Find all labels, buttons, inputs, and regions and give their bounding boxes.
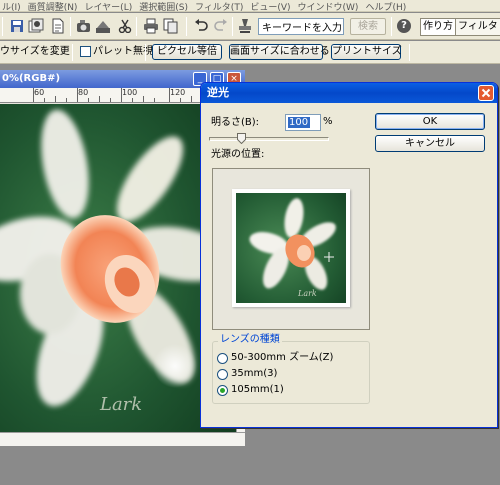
cut-icon[interactable] [116, 17, 134, 35]
toolbar-separator [391, 17, 392, 36]
toolbar-separator [70, 17, 71, 36]
search-button[interactable]: 検索 [350, 18, 386, 35]
lens-option-35mm[interactable]: 35mm(3) [217, 367, 277, 381]
horizontal-scrollbar[interactable] [0, 432, 245, 446]
document-icon[interactable] [49, 17, 67, 35]
radio-button-selected[interactable] [217, 384, 228, 396]
menu-view[interactable]: ビュー(V) [250, 3, 290, 11]
copy-icon[interactable] [162, 17, 180, 35]
lens-option-label: 35mm(3) [231, 368, 278, 379]
undo-icon[interactable] [192, 17, 210, 35]
light-position-label: 光源の位置: [211, 149, 265, 160]
menu-help[interactable]: ヘルプ(H) [365, 3, 406, 11]
panel-tabs: 作り方フィルタエ [420, 18, 500, 36]
actual-pixels-button[interactable]: ピクセル等倍 [152, 44, 222, 60]
view-toolbar: ウサイズを変更 パレット無視 ピクセル等倍 画面サイズに合わせる プリントサイズ [0, 41, 500, 64]
ruler-label: 120 [170, 88, 186, 97]
lens-group-title: レンズの種類 [218, 334, 282, 346]
tab-filter[interactable]: フィルタ [455, 18, 500, 36]
toolbar-separator [136, 17, 137, 36]
preview-thumbnail[interactable]: Lark [232, 189, 350, 307]
radio-button[interactable] [217, 368, 228, 380]
backlight-dialog: 逆光 明るさ(B): 100 % 光源の位置: Lark OK キャンセル レン… [200, 82, 498, 428]
ruler-label: 100 [122, 88, 138, 97]
help-icon[interactable]: ? [397, 19, 411, 33]
brightness-label: 明るさ(B): [211, 117, 260, 128]
radio-button[interactable] [217, 352, 228, 364]
menu-filter[interactable]: フィルタ(T) [195, 3, 243, 11]
brightness-value: 100 [288, 117, 310, 128]
ok-button[interactable]: OK [375, 113, 485, 130]
toolbar-separator [186, 17, 187, 36]
preview-signature: Lark [297, 289, 317, 298]
dialog-title: 逆光 [201, 83, 497, 103]
ruler-label: 60 [34, 88, 45, 97]
dialog-close-icon[interactable] [478, 85, 494, 101]
lens-option-105mm[interactable]: 105mm(1) [217, 383, 284, 397]
print-icon[interactable] [142, 17, 160, 35]
scanner-icon[interactable] [94, 17, 112, 35]
lens-option-label: 50-300mm ズーム(Z) [231, 352, 334, 363]
lens-option-label: 105mm(1) [231, 384, 284, 395]
ruler-label: 80 [78, 88, 89, 97]
image-icon[interactable] [27, 17, 45, 35]
ignore-palette-checkbox[interactable] [80, 46, 91, 57]
toolbar-separator [409, 44, 410, 61]
menu-window[interactable]: ウインドウ(W) [298, 3, 359, 11]
toolbar-separator [2, 17, 3, 36]
ignore-palette-label: パレット無視 [93, 46, 153, 57]
signature-text: Lark [99, 394, 142, 415]
light-position-preview[interactable]: Lark [212, 168, 370, 330]
main-toolbar: 検索 ? 作り方フィルタエ [0, 13, 500, 40]
toolbar-separator [72, 44, 73, 61]
brightness-slider-track[interactable] [209, 137, 329, 141]
toolbar-separator [232, 17, 233, 36]
redo-icon[interactable] [212, 17, 230, 35]
menu-bar: ル(I) 画質調整(N) レイヤー(L) 選択範囲(S) フィルタ(T) ビュー(V) ウイ… [0, 0, 500, 12]
camera-icon[interactable] [75, 17, 93, 35]
menu-layer[interactable]: レイヤー(L) [84, 3, 132, 11]
tab-how-to[interactable]: 作り方 [420, 18, 456, 36]
menu-tools[interactable]: ル(I) [2, 3, 21, 11]
lens-option-zoom[interactable]: 50-300mm ズーム(Z) [217, 351, 333, 365]
brightness-unit: % [323, 116, 333, 127]
save-icon[interactable] [8, 17, 26, 35]
menu-selection[interactable]: 選択範囲(S) [139, 3, 188, 11]
cancel-button[interactable]: キャンセル [375, 135, 485, 152]
stamp-icon[interactable] [236, 17, 254, 35]
keyword-search-input[interactable] [258, 18, 344, 35]
fit-screen-button[interactable]: 画面サイズに合わせる [229, 44, 330, 60]
resize-window-label[interactable]: ウサイズを変更 [0, 46, 70, 58]
toolbar-separator [145, 44, 146, 61]
brightness-slider-thumb[interactable] [236, 133, 246, 145]
menu-image-adjust[interactable]: 画質調整(N) [28, 3, 78, 11]
brightness-input[interactable]: 100 [285, 114, 321, 131]
print-size-button[interactable]: プリントサイズ [331, 44, 402, 60]
